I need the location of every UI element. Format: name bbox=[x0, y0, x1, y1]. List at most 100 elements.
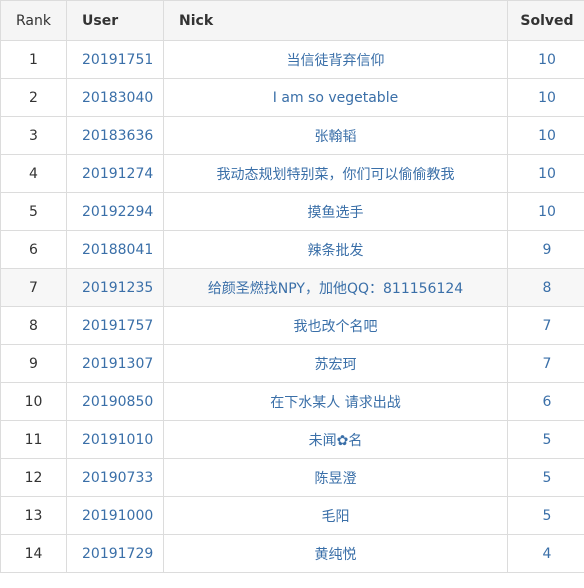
nick-link[interactable]: 张翰韬 bbox=[315, 129, 357, 145]
table-header: Rank User Nick Solved bbox=[0, 0, 584, 41]
user-link[interactable]: 20190733 bbox=[82, 470, 153, 486]
nick-link[interactable]: 当信徒背弃信仰 bbox=[287, 53, 385, 69]
nick-cell: 给颜圣燃找NPY，加他QQ：811156124 bbox=[163, 268, 508, 307]
solved-count-link[interactable]: 8 bbox=[543, 280, 552, 296]
ranklist-table: Rank User Nick Solved 1 20191751 当信徒背弃信仰 10… bbox=[0, 0, 584, 573]
user-cell: 20191274 bbox=[66, 154, 164, 193]
nick-link[interactable]: 苏宏珂 bbox=[315, 357, 357, 373]
rank-cell: 6 bbox=[0, 230, 67, 269]
rank-cell: 13 bbox=[0, 496, 67, 535]
nick-cell: 我动态规划特别菜，你们可以偷偷教我 bbox=[163, 154, 508, 193]
rank-cell: 5 bbox=[0, 192, 67, 231]
user-link[interactable]: 20192294 bbox=[82, 204, 153, 220]
user-link[interactable]: 20191729 bbox=[82, 546, 153, 562]
user-link[interactable]: 20191235 bbox=[82, 280, 153, 296]
table-row: 9 20191307 苏宏珂 7 bbox=[0, 344, 584, 383]
nick-cell: 当信徒背弃信仰 bbox=[163, 40, 508, 79]
nick-link[interactable]: 黄纯悦 bbox=[315, 547, 357, 563]
nick-cell: 在下水某人 请求出战 bbox=[163, 382, 508, 421]
rank-cell: 14 bbox=[0, 534, 67, 573]
solved-cell: 7 bbox=[507, 344, 584, 383]
nick-cell: 未闻✿名 bbox=[163, 420, 508, 459]
user-link[interactable]: 20191000 bbox=[82, 508, 153, 524]
solved-count-link[interactable]: 7 bbox=[543, 356, 552, 372]
solved-cell: 10 bbox=[507, 192, 584, 231]
user-link[interactable]: 20191307 bbox=[82, 356, 153, 372]
nick-link[interactable]: 陈昱澄 bbox=[315, 471, 357, 487]
table-row: 7 20191235 给颜圣燃找NPY，加他QQ：811156124 8 bbox=[0, 268, 584, 307]
solved-count-link[interactable]: 7 bbox=[543, 318, 552, 334]
rank-cell: 9 bbox=[0, 344, 67, 383]
user-link[interactable]: 20188041 bbox=[82, 242, 153, 258]
table-row: 10 20190850 在下水某人 请求出战 6 bbox=[0, 382, 584, 421]
solved-count-link[interactable]: 5 bbox=[543, 470, 552, 486]
nick-link[interactable]: 辣条批发 bbox=[308, 243, 364, 259]
solved-count-link[interactable]: 10 bbox=[538, 90, 556, 106]
nick-link[interactable]: 毛阳 bbox=[322, 509, 350, 525]
user-cell: 20191010 bbox=[66, 420, 164, 459]
column-header-user[interactable]: User bbox=[66, 0, 164, 41]
table-row: 14 20191729 黄纯悦 4 bbox=[0, 534, 584, 573]
rank-cell: 1 bbox=[0, 40, 67, 79]
user-cell: 20191751 bbox=[66, 40, 164, 79]
table-row: 2 20183040 I am so vegetable 10 bbox=[0, 78, 584, 117]
solved-count-link[interactable]: 5 bbox=[543, 508, 552, 524]
user-link[interactable]: 20191010 bbox=[82, 432, 153, 448]
table-row: 8 20191757 我也改个名吧 7 bbox=[0, 306, 584, 345]
solved-count-link[interactable]: 6 bbox=[543, 394, 552, 410]
solved-cell: 10 bbox=[507, 78, 584, 117]
nick-cell: 我也改个名吧 bbox=[163, 306, 508, 345]
solved-count-link[interactable]: 10 bbox=[538, 166, 556, 182]
rank-cell: 8 bbox=[0, 306, 67, 345]
solved-cell: 10 bbox=[507, 116, 584, 155]
nick-link[interactable]: 未闻✿名 bbox=[309, 433, 363, 449]
nick-link[interactable]: 在下水某人 请求出战 bbox=[270, 395, 400, 411]
solved-cell: 7 bbox=[507, 306, 584, 345]
solved-cell: 5 bbox=[507, 420, 584, 459]
solved-cell: 10 bbox=[507, 154, 584, 193]
solved-cell: 5 bbox=[507, 496, 584, 535]
solved-count-link[interactable]: 4 bbox=[543, 546, 552, 562]
nick-link[interactable]: 我动态规划特别菜，你们可以偷偷教我 bbox=[217, 167, 455, 183]
nick-link[interactable]: 我也改个名吧 bbox=[294, 319, 378, 335]
column-header-rank[interactable]: Rank bbox=[0, 0, 67, 41]
user-cell: 20191307 bbox=[66, 344, 164, 383]
table-row: 5 20192294 摸鱼选手 10 bbox=[0, 192, 584, 231]
table-body: 1 20191751 当信徒背弃信仰 10 2 20183040 I am so veget… bbox=[0, 40, 584, 573]
solved-count-link[interactable]: 10 bbox=[538, 204, 556, 220]
user-link[interactable]: 20191757 bbox=[82, 318, 153, 334]
user-link[interactable]: 20191274 bbox=[82, 166, 153, 182]
solved-count-link[interactable]: 9 bbox=[543, 242, 552, 258]
user-cell: 20191729 bbox=[66, 534, 164, 573]
nick-link[interactable]: 给颜圣燃找NPY，加他QQ：811156124 bbox=[208, 281, 463, 297]
solved-count-link[interactable]: 10 bbox=[538, 128, 556, 144]
nick-cell: 张翰韬 bbox=[163, 116, 508, 155]
nick-link[interactable]: 摸鱼选手 bbox=[308, 205, 364, 221]
solved-cell: 6 bbox=[507, 382, 584, 421]
nick-link[interactable]: I am so vegetable bbox=[273, 90, 398, 106]
rank-cell: 4 bbox=[0, 154, 67, 193]
user-link[interactable]: 20190850 bbox=[82, 394, 153, 410]
nick-cell: I am so vegetable bbox=[163, 78, 508, 117]
solved-cell: 4 bbox=[507, 534, 584, 573]
nick-cell: 苏宏珂 bbox=[163, 344, 508, 383]
rank-cell: 11 bbox=[0, 420, 67, 459]
solved-count-link[interactable]: 5 bbox=[543, 432, 552, 448]
solved-cell: 10 bbox=[507, 40, 584, 79]
rank-cell: 2 bbox=[0, 78, 67, 117]
nick-cell: 毛阳 bbox=[163, 496, 508, 535]
column-header-solved[interactable]: Solved bbox=[507, 0, 584, 41]
user-cell: 20183636 bbox=[66, 116, 164, 155]
table-row: 1 20191751 当信徒背弃信仰 10 bbox=[0, 40, 584, 79]
user-link[interactable]: 20183636 bbox=[82, 128, 153, 144]
user-link[interactable]: 20183040 bbox=[82, 90, 153, 106]
rank-cell: 3 bbox=[0, 116, 67, 155]
table-row: 11 20191010 未闻✿名 5 bbox=[0, 420, 584, 459]
user-cell: 20188041 bbox=[66, 230, 164, 269]
table-row: 13 20191000 毛阳 5 bbox=[0, 496, 584, 535]
solved-count-link[interactable]: 10 bbox=[538, 52, 556, 68]
table-row: 12 20190733 陈昱澄 5 bbox=[0, 458, 584, 497]
column-header-nick[interactable]: Nick bbox=[163, 0, 508, 41]
solved-cell: 5 bbox=[507, 458, 584, 497]
user-link[interactable]: 20191751 bbox=[82, 52, 153, 68]
